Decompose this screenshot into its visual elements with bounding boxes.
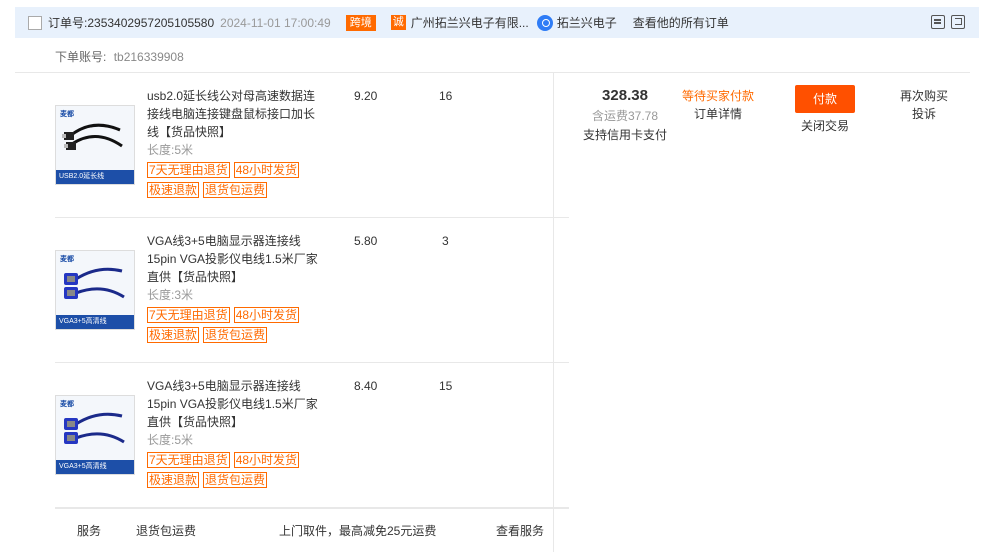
vga-cable-icon: [64, 267, 125, 299]
order-item: 麦都 VGA3+5高清线 VGA线3+5电脑显示器连接线15pin VGA投影仪…: [55, 363, 569, 508]
close-order-link[interactable]: 关闭交易: [795, 117, 855, 134]
tag-48h-ship[interactable]: 48小时发货: [233, 162, 300, 178]
tag-row: 极速退款 退货包运费: [147, 182, 268, 198]
order-total: 328.38 含运费37.78 支持信用卡支付: [570, 87, 680, 143]
quantity: 16: [439, 89, 453, 103]
tag-fast-refund[interactable]: 极速退款: [147, 182, 200, 198]
view-all-orders-link[interactable]: 查看他的所有订单: [633, 14, 729, 31]
order-number-label: 订单号:: [48, 16, 88, 30]
pay-actions: 付款 关闭交易: [795, 85, 855, 134]
wangwang-chat-icon[interactable]: [536, 14, 553, 31]
unit-price: 8.40: [354, 379, 378, 393]
service-row: 服务 退货包运费 上门取件，最高减免25元运费 查看服务: [55, 508, 569, 552]
seller-name-link[interactable]: 拓兰兴电子: [557, 14, 617, 31]
product-thumbnail[interactable]: 麦都 VGA3+5高清线: [55, 250, 135, 330]
tag-48h-ship[interactable]: 48小时发货: [233, 307, 300, 323]
credit-card-note: 支持信用卡支付: [582, 128, 667, 142]
tag-48h-ship[interactable]: 48小时发货: [233, 452, 300, 468]
total-amount: 328.38: [602, 87, 648, 104]
order-account-row: 下单账号: tb216339908: [55, 48, 184, 65]
tag-7day-return[interactable]: 7天无理由退货: [147, 307, 230, 323]
order-item: 麦都 VGA3+5高清线 VGA线3+5电脑显示器连接线15pin VGA投影仪…: [55, 218, 569, 363]
service-label: 服务: [77, 524, 102, 538]
account-label: 下单账号:: [55, 50, 107, 64]
account-value: tb216339908: [113, 50, 184, 64]
tag-7day-return[interactable]: 7天无理由退货: [147, 162, 230, 178]
product-thumbnail[interactable]: 麦都 USB2.0延长线: [55, 105, 135, 185]
tag-fast-refund[interactable]: 极速退款: [147, 327, 200, 343]
view-service-link[interactable]: 查看服务: [496, 522, 544, 539]
more-actions: 再次购买 投诉: [887, 87, 961, 123]
shipping-fee: 含运费37.78: [591, 109, 659, 123]
usb-cable-icon: [62, 123, 123, 150]
tag-row: 极速退款 退货包运费: [147, 472, 268, 488]
product-title-link[interactable]: VGA线3+5电脑显示器连接线15pin VGA投影仪电线1.5米厂家直供【货品…: [147, 377, 322, 431]
tag-row: 7天无理由退货 48小时发货: [147, 452, 300, 468]
tag-return-shipping[interactable]: 退货包运费: [203, 472, 268, 488]
order-detail-link[interactable]: 订单详情: [673, 105, 763, 123]
order-time: 2024-11-01 17:00:49: [220, 15, 331, 30]
flag-icon[interactable]: [951, 15, 965, 29]
product-title-link[interactable]: usb2.0延长线公对母高速数据连接线电脑连接键盘鼠标接口加长线【货品快照】: [147, 87, 322, 141]
product-spec: 长度:3米: [147, 288, 194, 302]
product-spec: 长度:5米: [147, 433, 194, 447]
vga-cable-icon: [64, 412, 125, 444]
tag-row: 极速退款 退货包运费: [147, 327, 268, 343]
snapshot-link[interactable]: 【货品快照】: [159, 125, 231, 139]
service-desc: 上门取件，最高减免25元运费: [279, 524, 437, 538]
order-header: 订单号: 2353402957205105580 2024-11-01 17:0…: [15, 7, 979, 38]
product-title-link[interactable]: VGA线3+5电脑显示器连接线15pin VGA投影仪电线1.5米厂家直供【货品…: [147, 232, 322, 286]
column-divider: [553, 73, 554, 552]
status-text: 等待买家付款: [681, 89, 754, 103]
unit-price: 5.80: [354, 234, 378, 248]
complain-link[interactable]: 投诉: [887, 105, 961, 123]
snapshot-link[interactable]: 【货品快照】: [171, 415, 243, 429]
cross-border-badge: 跨境: [345, 14, 376, 31]
tag-return-shipping[interactable]: 退货包运费: [203, 182, 268, 198]
order-select-checkbox[interactable]: [28, 15, 42, 30]
tag-fast-refund[interactable]: 极速退款: [147, 472, 200, 488]
order-item: 麦都 USB2.0延长线 usb2.0延长线公对母高速数据连接线电脑连接键盘鼠标…: [55, 73, 569, 218]
quantity: 3: [442, 234, 449, 248]
quantity: 15: [439, 379, 453, 393]
tag-return-shipping[interactable]: 退货包运费: [203, 327, 268, 343]
rebuy-link[interactable]: 再次购买: [887, 87, 961, 105]
product-thumbnail[interactable]: 麦都 VGA3+5高清线: [55, 395, 135, 475]
unit-price: 9.20: [354, 89, 378, 103]
snapshot-link[interactable]: 【货品快照】: [171, 270, 243, 284]
thumb-caption: VGA3+5高清线: [56, 315, 134, 329]
service-name: 退货包运费: [136, 524, 197, 538]
order-body: 麦都 USB2.0延长线 usb2.0延长线公对母高速数据连接线电脑连接键盘鼠标…: [15, 72, 970, 552]
order-number: 2353402957205105580: [87, 15, 215, 30]
pay-button[interactable]: 付款: [795, 85, 855, 113]
product-spec: 长度:5米: [147, 143, 194, 157]
shop-credit-icon: 诚: [390, 15, 406, 30]
note-icon[interactable]: [931, 15, 945, 29]
item-list: 麦都 USB2.0延长线 usb2.0延长线公对母高速数据连接线电脑连接键盘鼠标…: [55, 73, 569, 508]
tag-row: 7天无理由退货 48小时发货: [147, 307, 300, 323]
thumb-caption: VGA3+5高清线: [56, 460, 134, 474]
thumb-caption: USB2.0延长线: [56, 170, 134, 184]
tag-row: 7天无理由退货 48小时发货: [147, 162, 300, 178]
tag-7day-return[interactable]: 7天无理由退货: [147, 452, 230, 468]
shop-name-link[interactable]: 广州拓兰兴电子有限...: [411, 14, 529, 31]
order-status: 等待买家付款 订单详情: [673, 87, 763, 123]
